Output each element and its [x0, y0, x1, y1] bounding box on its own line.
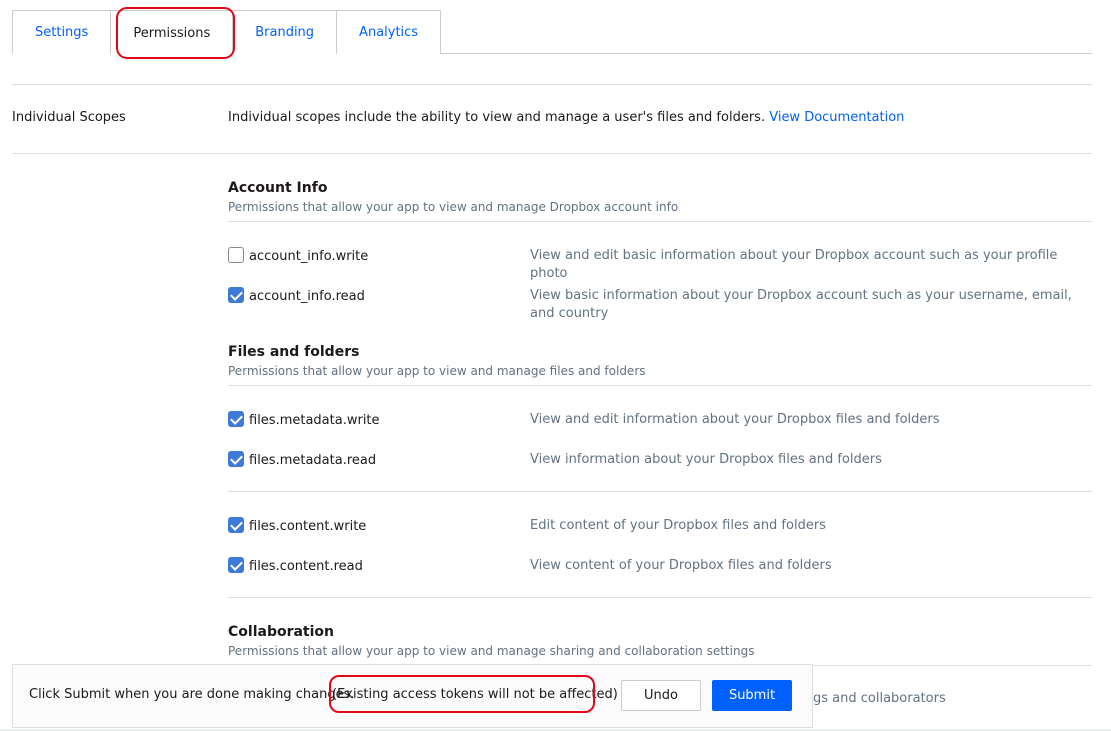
files-content-read-label: files.content.read: [249, 559, 363, 574]
submit-instructions: Click Submit when you are done making ch…: [29, 687, 355, 702]
divider: [12, 84, 1092, 85]
individual-scopes-description: Individual scopes include the ability to…: [228, 110, 904, 125]
files-metadata-write-checkbox[interactable]: [228, 411, 244, 427]
undo-button[interactable]: Undo: [621, 680, 701, 711]
account-info-write-label: account_info.write: [249, 249, 369, 264]
files-content-read-description: View content of your Dropbox files and f…: [530, 558, 832, 573]
tab-branding[interactable]: Branding: [233, 10, 338, 54]
account-info-subtitle: Permissions that allow your app to view …: [228, 200, 679, 214]
view-documentation-link[interactable]: View Documentation: [769, 110, 904, 125]
tab-bar: Settings Permissions Branding Analytics: [12, 7, 1092, 59]
tokens-note: (Existing access tokens will not be affe…: [332, 687, 618, 702]
submit-button[interactable]: Submit: [712, 680, 792, 711]
divider: [12, 153, 1092, 154]
account-info-read-description: View basic information about your Dropbo…: [530, 288, 1072, 321]
files-folders-title: Files and folders: [228, 344, 360, 360]
files-metadata-write-label: files.metadata.write: [249, 413, 380, 428]
files-metadata-read-label: files.metadata.read: [249, 453, 377, 468]
collaboration-partial-description: gs and collaborators: [813, 691, 946, 706]
divider: [228, 491, 1092, 492]
divider: [228, 597, 1092, 598]
divider: [228, 221, 1092, 222]
files-metadata-read-description: View information about your Dropbox file…: [530, 452, 882, 467]
tab-permissions[interactable]: Permissions: [111, 10, 234, 55]
files-content-write-description: Edit content of your Dropbox files and f…: [530, 518, 826, 533]
tab-settings[interactable]: Settings: [12, 10, 112, 54]
files-content-write-label: files.content.write: [249, 519, 367, 534]
account-info-write-description: View and edit basic information about yo…: [530, 248, 1058, 281]
account-info-title: Account Info: [228, 180, 328, 196]
submit-bar: Click Submit when you are done making ch…: [12, 664, 813, 728]
account-info-write-checkbox[interactable]: [228, 247, 244, 263]
account-info-read-label: account_info.read: [249, 289, 365, 304]
files-content-write-checkbox[interactable]: [228, 517, 244, 533]
divider: [228, 385, 1092, 386]
account-info-read-checkbox[interactable]: [228, 287, 244, 303]
files-content-read-checkbox[interactable]: [228, 557, 244, 573]
tab-row: Settings Permissions Branding Analytics: [12, 10, 442, 55]
files-folders-subtitle: Permissions that allow your app to view …: [228, 364, 646, 378]
collaboration-title: Collaboration: [228, 624, 335, 640]
individual-scopes-label: Individual Scopes: [12, 110, 126, 125]
app-permissions-page: Settings Permissions Branding Analytics …: [0, 0, 1111, 731]
tab-analytics[interactable]: Analytics: [337, 10, 442, 54]
files-metadata-write-description: View and edit information about your Dro…: [530, 412, 940, 427]
scopes-description-text: Individual scopes include the ability to…: [228, 110, 766, 125]
collaboration-subtitle: Permissions that allow your app to view …: [228, 644, 755, 658]
files-metadata-read-checkbox[interactable]: [228, 451, 244, 467]
